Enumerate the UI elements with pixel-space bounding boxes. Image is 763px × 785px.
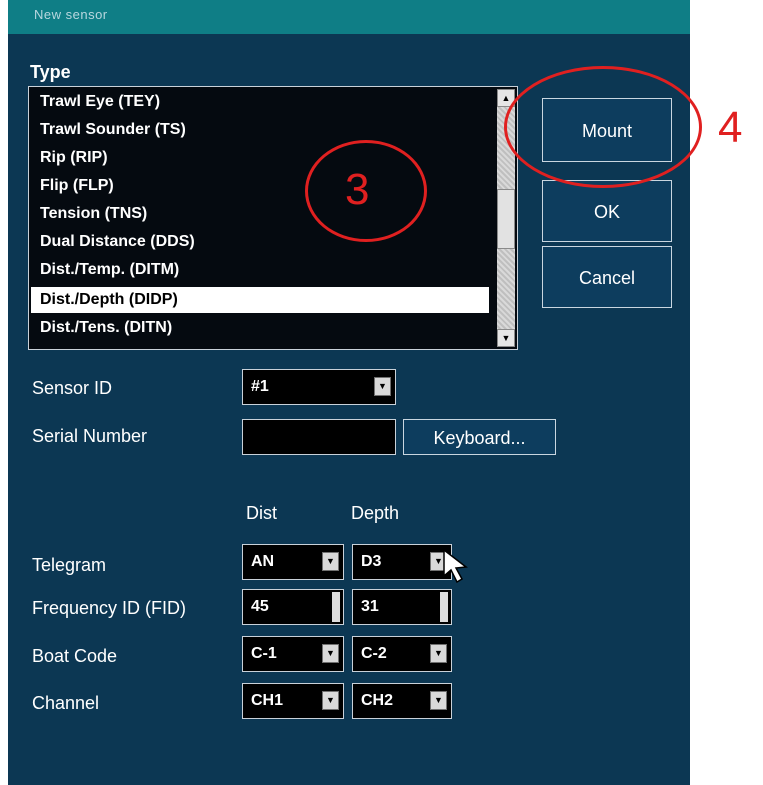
frequency-depth-stepper[interactable]: 31	[352, 589, 452, 625]
boat-code-depth-select[interactable]: C-2 ▼	[352, 636, 452, 672]
title-bar: New sensor	[8, 0, 690, 34]
sensor-type-list[interactable]: Trawl Eye (TEY) Trawl Sounder (TS) Rip (…	[28, 86, 518, 350]
frequency-dist-stepper[interactable]: 45	[242, 589, 344, 625]
stepper-arrows-icon[interactable]	[332, 592, 340, 622]
sensor-id-label: Sensor ID	[32, 378, 113, 398]
scroll-down-icon[interactable]: ▼	[497, 329, 515, 347]
depth-column-header: Depth	[351, 503, 400, 523]
frequency-id-label: Frequency ID (FID)	[32, 598, 187, 618]
channel-depth-select[interactable]: CH2 ▼	[352, 683, 452, 719]
ok-button[interactable]: OK	[542, 180, 672, 242]
stepper-arrows-icon[interactable]	[440, 592, 448, 622]
type-label: Type	[30, 62, 71, 82]
serial-number-label: Serial Number	[32, 426, 148, 446]
chevron-down-icon[interactable]: ▼	[322, 644, 339, 663]
list-item[interactable]: Trawl Eye (TEY)	[31, 89, 489, 115]
list-item[interactable]: Trawl Sounder (TS)	[31, 117, 489, 143]
sensor-id-select[interactable]: #1 ▼	[242, 369, 396, 405]
annotation-number-3: 3	[345, 165, 370, 214]
telegram-label: Telegram	[32, 555, 107, 575]
chevron-down-icon[interactable]: ▼	[430, 691, 447, 710]
scroll-thumb[interactable]	[497, 189, 515, 249]
telegram-dist-select[interactable]: AN ▼	[242, 544, 344, 580]
mouse-cursor-icon	[443, 548, 468, 584]
list-item[interactable]: Dist./Tens. (DITN)	[31, 315, 489, 341]
boat-code-label: Boat Code	[32, 646, 118, 666]
chevron-down-icon[interactable]: ▼	[430, 644, 447, 663]
channel-label: Channel	[32, 693, 100, 713]
chevron-down-icon[interactable]: ▼	[322, 691, 339, 710]
list-item[interactable]: Dist./Temp. (DITM)	[31, 257, 489, 283]
window-title: New sensor	[34, 7, 108, 22]
chevron-down-icon[interactable]: ▼	[322, 552, 339, 571]
sensor-id-value: #1	[251, 378, 269, 395]
channel-dist-select[interactable]: CH1 ▼	[242, 683, 344, 719]
chevron-down-icon[interactable]: ▼	[374, 377, 391, 396]
dist-column-header: Dist	[246, 503, 277, 523]
cancel-button[interactable]: Cancel	[542, 246, 672, 308]
list-item-selected[interactable]: Dist./Depth (DIDP)	[31, 287, 489, 313]
telegram-depth-select[interactable]: D3 ▼	[352, 544, 452, 580]
annotation-circle-4	[504, 66, 702, 188]
keyboard-button[interactable]: Keyboard...	[403, 419, 556, 455]
boat-code-dist-select[interactable]: C-1 ▼	[242, 636, 344, 672]
serial-number-input[interactable]	[242, 419, 396, 455]
list-item[interactable]: Dual Distance (DDS)	[31, 229, 489, 255]
annotation-number-4: 4	[718, 103, 743, 152]
